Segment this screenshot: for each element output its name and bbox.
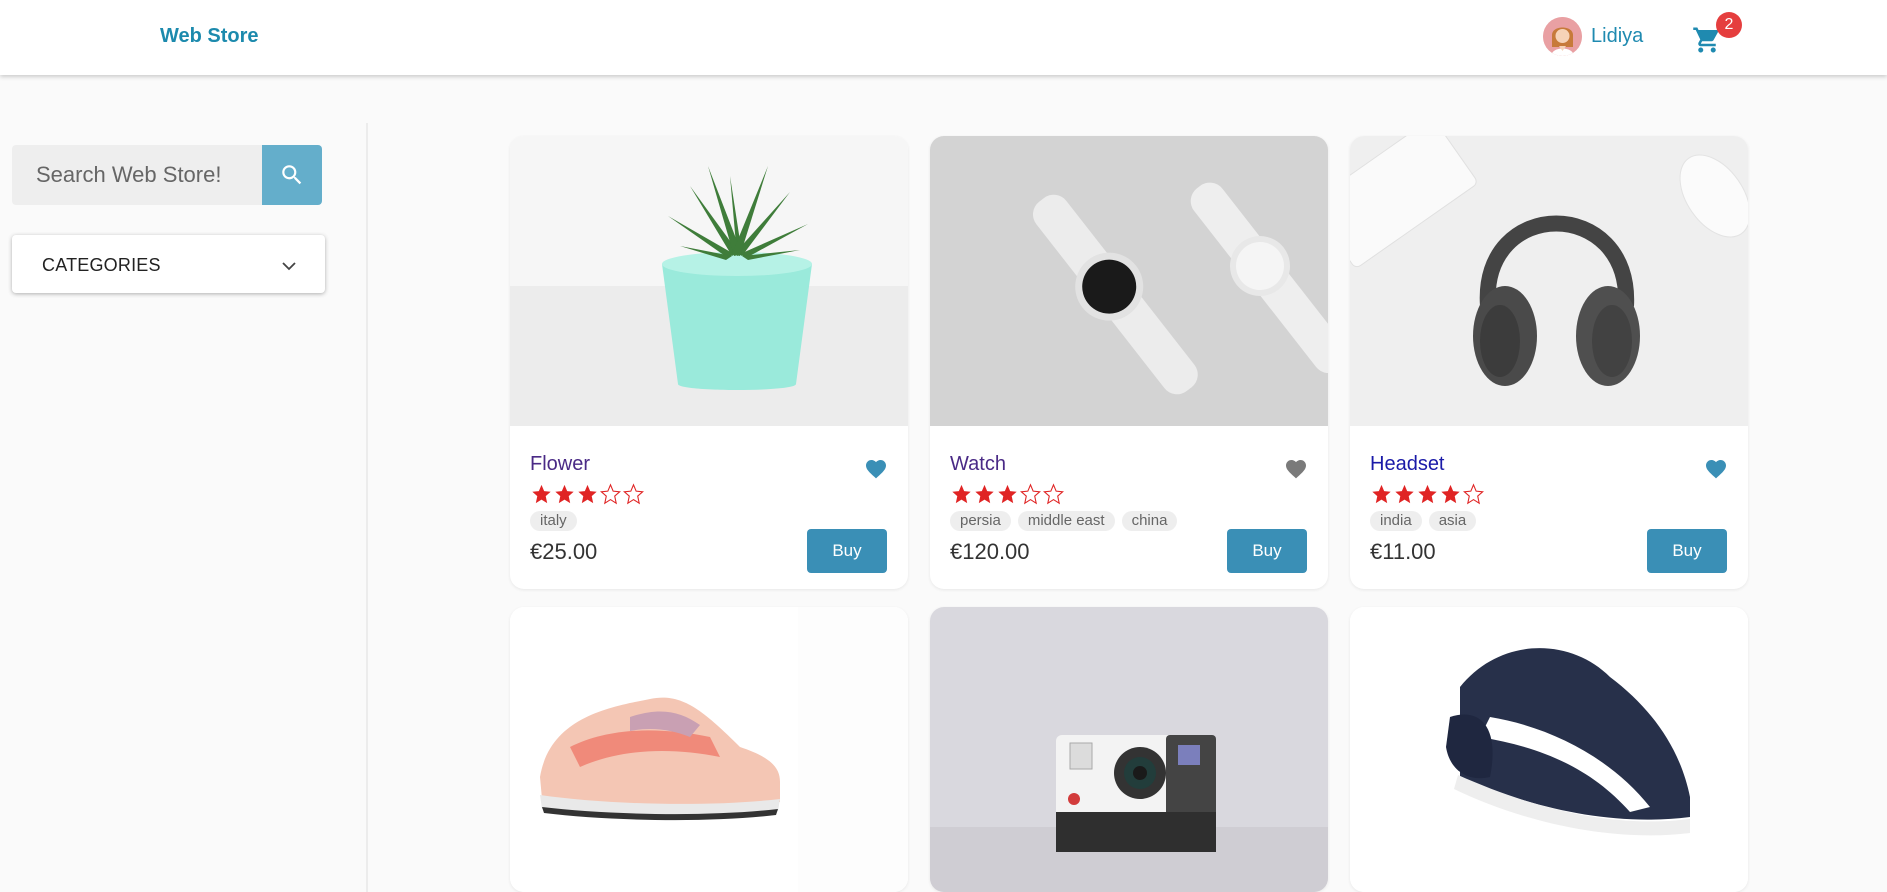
cart-count-badge: 2: [1716, 12, 1742, 38]
star-icon: [1441, 484, 1460, 504]
product-tags: persia middle east china: [950, 511, 1184, 531]
star-icon: [555, 484, 574, 504]
user-profile[interactable]: Lidiya: [1543, 17, 1643, 56]
sidebar: CATEGORIES: [0, 123, 368, 892]
product-info: Headset india asia €11.00 Buy: [1350, 431, 1748, 589]
product-name[interactable]: Watch: [950, 453, 1006, 476]
tag[interactable]: asia: [1428, 511, 1477, 531]
product-name[interactable]: Headset: [1370, 453, 1445, 476]
star-empty-icon: [600, 483, 621, 505]
product-image-sneaker-pink[interactable]: [510, 607, 908, 892]
star-empty-icon: [1020, 483, 1041, 505]
search-icon: [282, 165, 302, 185]
product-card: Flower italy €25.00 Buy: [510, 136, 908, 589]
star-icon: [532, 484, 551, 504]
star-icon: [578, 484, 597, 504]
search-button[interactable]: [262, 145, 322, 205]
heart-icon[interactable]: [1284, 457, 1308, 479]
product-name[interactable]: Flower: [530, 453, 590, 476]
star-icon: [998, 484, 1017, 504]
product-tags: italy: [530, 511, 584, 531]
product-info: Flower italy €25.00 Buy: [510, 431, 908, 589]
star-empty-icon: [623, 483, 644, 505]
buy-button[interactable]: Buy: [1647, 529, 1727, 573]
rating-stars: [950, 483, 1065, 505]
product-card: [510, 607, 908, 892]
tag[interactable]: india: [1370, 511, 1422, 531]
rating-stars: [1370, 483, 1485, 505]
heart-icon[interactable]: [1704, 457, 1728, 479]
product-card: Watch persia middle east china €120.00 B…: [930, 136, 1328, 589]
search-input[interactable]: [12, 145, 262, 205]
product-price: €25.00: [530, 539, 598, 564]
product-tags: india asia: [1370, 511, 1483, 531]
product-image-watch[interactable]: [930, 136, 1328, 426]
heart-icon[interactable]: [864, 457, 888, 479]
user-name: Lidiya: [1591, 25, 1644, 47]
star-empty-icon: [1043, 483, 1064, 505]
tag[interactable]: china: [1121, 511, 1178, 531]
product-price: €11.00: [1370, 539, 1436, 564]
categories-dropdown[interactable]: CATEGORIES: [12, 235, 325, 293]
product-card: [1350, 607, 1748, 892]
categories-label: CATEGORIES: [42, 255, 161, 275]
rating-stars: [530, 483, 645, 505]
star-icon: [1372, 484, 1391, 504]
brand-logo[interactable]: Web Store: [160, 25, 259, 48]
buy-button[interactable]: Buy: [1227, 529, 1307, 573]
product-price: €120.00: [950, 539, 1030, 564]
product-info: Watch persia middle east china €120.00 B…: [930, 431, 1328, 589]
avatar: [1543, 17, 1582, 56]
product-card: Headset india asia €11.00 Buy: [1350, 136, 1748, 589]
star-empty-icon: [1463, 483, 1484, 505]
star-icon: [975, 484, 994, 504]
tag[interactable]: persia: [950, 511, 1011, 531]
product-image-flower[interactable]: [510, 136, 908, 426]
tag[interactable]: middle east: [1017, 511, 1115, 531]
star-icon: [1418, 484, 1437, 504]
chevron-down-icon: [282, 262, 296, 271]
star-icon: [952, 484, 971, 504]
product-image-instant-camera[interactable]: [930, 607, 1328, 892]
star-icon: [1395, 484, 1414, 504]
product-image-sneaker-navy[interactable]: [1350, 607, 1748, 892]
buy-button[interactable]: Buy: [807, 529, 887, 573]
tag[interactable]: italy: [530, 511, 577, 531]
product-image-headset[interactable]: [1350, 136, 1748, 426]
top-navbar: Web Store Lidiya 2: [0, 0, 1887, 75]
product-card: [930, 607, 1328, 892]
